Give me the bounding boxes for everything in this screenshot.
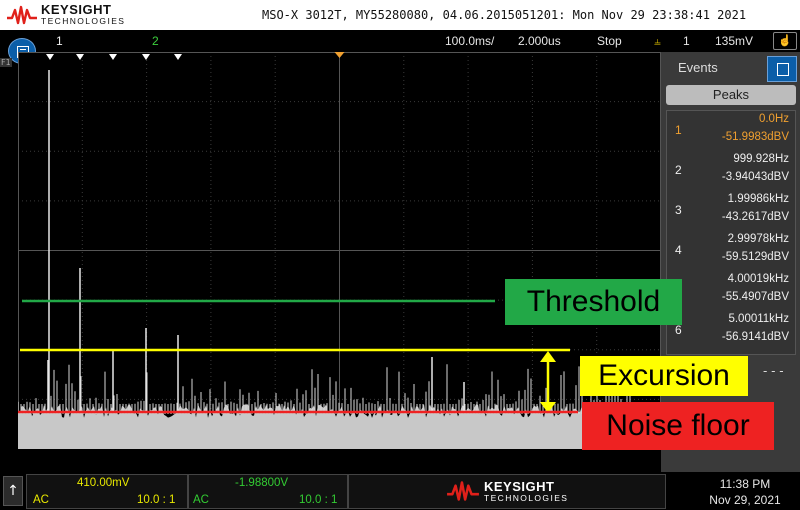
status-bar — [0, 30, 800, 52]
peak-number: 3 — [675, 203, 682, 217]
peak-row[interactable]: 54.00019kHz-55.4907dBV — [667, 271, 795, 311]
peak-frequency: 2.99978kHz — [727, 233, 789, 245]
peak-number: 6 — [675, 323, 682, 337]
waveform-svg — [18, 52, 661, 449]
ch1-probe: 10.0 : 1 — [137, 494, 176, 506]
ch1-coupling: AC — [33, 494, 49, 506]
peak-amplitude: -3.94043dBV — [721, 171, 789, 183]
brand-subtitle: TECHNOLOGIES — [41, 16, 126, 26]
peak-frequency: 4.00019kHz — [727, 273, 789, 285]
touch-lock-icon[interactable]: ☝ — [773, 32, 797, 50]
trigger-level[interactable]: 135mV — [715, 34, 753, 48]
side-menu-button[interactable] — [767, 56, 797, 82]
peak-amplitude: -56.9141dBV — [721, 331, 789, 343]
peak-number: 4 — [675, 243, 682, 257]
peak-frequency: 0.0Hz — [758, 113, 789, 125]
brand-subtitle: TECHNOLOGIES — [484, 492, 569, 503]
brand-name: KEYSIGHT — [41, 2, 112, 17]
clock-time: 11:38 PM — [719, 477, 771, 491]
peak-amplitude: -55.4907dBV — [721, 291, 789, 303]
brand-name: KEYSIGHT — [484, 478, 555, 494]
peak-frequency: 5.00011kHz — [728, 313, 789, 325]
clock-date: Nov 29, 2021 — [709, 493, 781, 507]
arrow-up-head — [540, 351, 556, 362]
peak-number: 1 — [675, 123, 682, 137]
ch1-marker: 1 — [56, 34, 63, 48]
ch2-marker: 2 — [152, 34, 159, 48]
trigger-edge-icon: ⫨ — [654, 34, 661, 48]
threshold-label: Threshold — [505, 279, 682, 325]
run-state[interactable]: Stop — [597, 34, 622, 48]
ch2-probe: 10.0 : 1 — [299, 494, 338, 506]
harmonic-marker — [76, 54, 84, 60]
more-indicator: - - - — [763, 364, 784, 378]
excursion-label: Excursion — [580, 356, 748, 396]
ch1-scale: 410.00mV — [77, 477, 130, 489]
delay-value[interactable]: 2.000us — [518, 34, 561, 48]
harmonic-marker — [174, 54, 182, 60]
harmonic-marker — [46, 54, 54, 60]
peak-row[interactable]: 6 5.00011kHz -56.9141dBV — [667, 311, 795, 351]
ch2-scale: -1.98800V — [235, 477, 289, 489]
peak-row[interactable]: 2 999.928Hz -3.94043dBV — [667, 151, 795, 191]
peaks-table: 1 0.0Hz -51.9983dBV 2 999.928Hz -3.94043dBV 3 1… — [666, 110, 796, 355]
timebase-value[interactable]: 100.0ms/ — [445, 34, 494, 48]
waveform-display[interactable] — [18, 52, 661, 449]
keysight-wave-icon — [7, 5, 37, 24]
harmonic-marker — [142, 54, 150, 60]
events-label: Events — [678, 60, 718, 75]
keysight-logo: KEYSIGHT TECHNOLOGIES — [6, 3, 125, 26]
noise-floor-label: Noise floor — [582, 402, 774, 450]
peak-amplitude: -59.5129dBV — [721, 251, 789, 263]
peak-amplitude: -43.2617dBV — [721, 211, 789, 223]
peak-row[interactable]: 4 2.99978kHz -59.5129dBV — [667, 231, 795, 271]
peak-frequency: 999.928Hz — [733, 153, 789, 165]
time-reference-marker — [334, 52, 345, 58]
ch2-info-box[interactable]: -1.98800V AC 10.0 : 1 — [188, 474, 348, 509]
peak-frequency: 1.99986kHz — [727, 193, 789, 205]
keysight-logo-bottom: KEYSIGHT TECHNOLOGIES — [446, 479, 568, 503]
peak-row[interactable]: 1 0.0Hz -51.9983dBV — [667, 111, 795, 151]
instrument-info: MSO-X 3012T, MY55280080, 04.06.201505120… — [262, 8, 747, 22]
peak-amplitude: -51.9983dBV — [721, 131, 789, 143]
clock: 11:38 PM Nov 29, 2021 — [705, 476, 785, 508]
peak-row[interactable]: 3 1.99986kHz -43.2617dBV — [667, 191, 795, 231]
fft-marker: F1 — [0, 58, 12, 67]
trigger-channel: 1 — [683, 34, 690, 48]
peak-number: 2 — [675, 163, 682, 177]
ch2-coupling: AC — [193, 494, 209, 506]
peaks-button[interactable]: Peaks — [666, 85, 796, 105]
title-bar: KEYSIGHT TECHNOLOGIES MSO-X 3012T, MY552… — [0, 0, 800, 30]
ch1-info-box[interactable]: 410.00mV AC 10.0 : 1 — [26, 474, 188, 509]
up-arrow-icon[interactable]: ↑ — [3, 476, 23, 506]
harmonic-marker — [109, 54, 117, 60]
keysight-wave-icon — [447, 481, 479, 501]
